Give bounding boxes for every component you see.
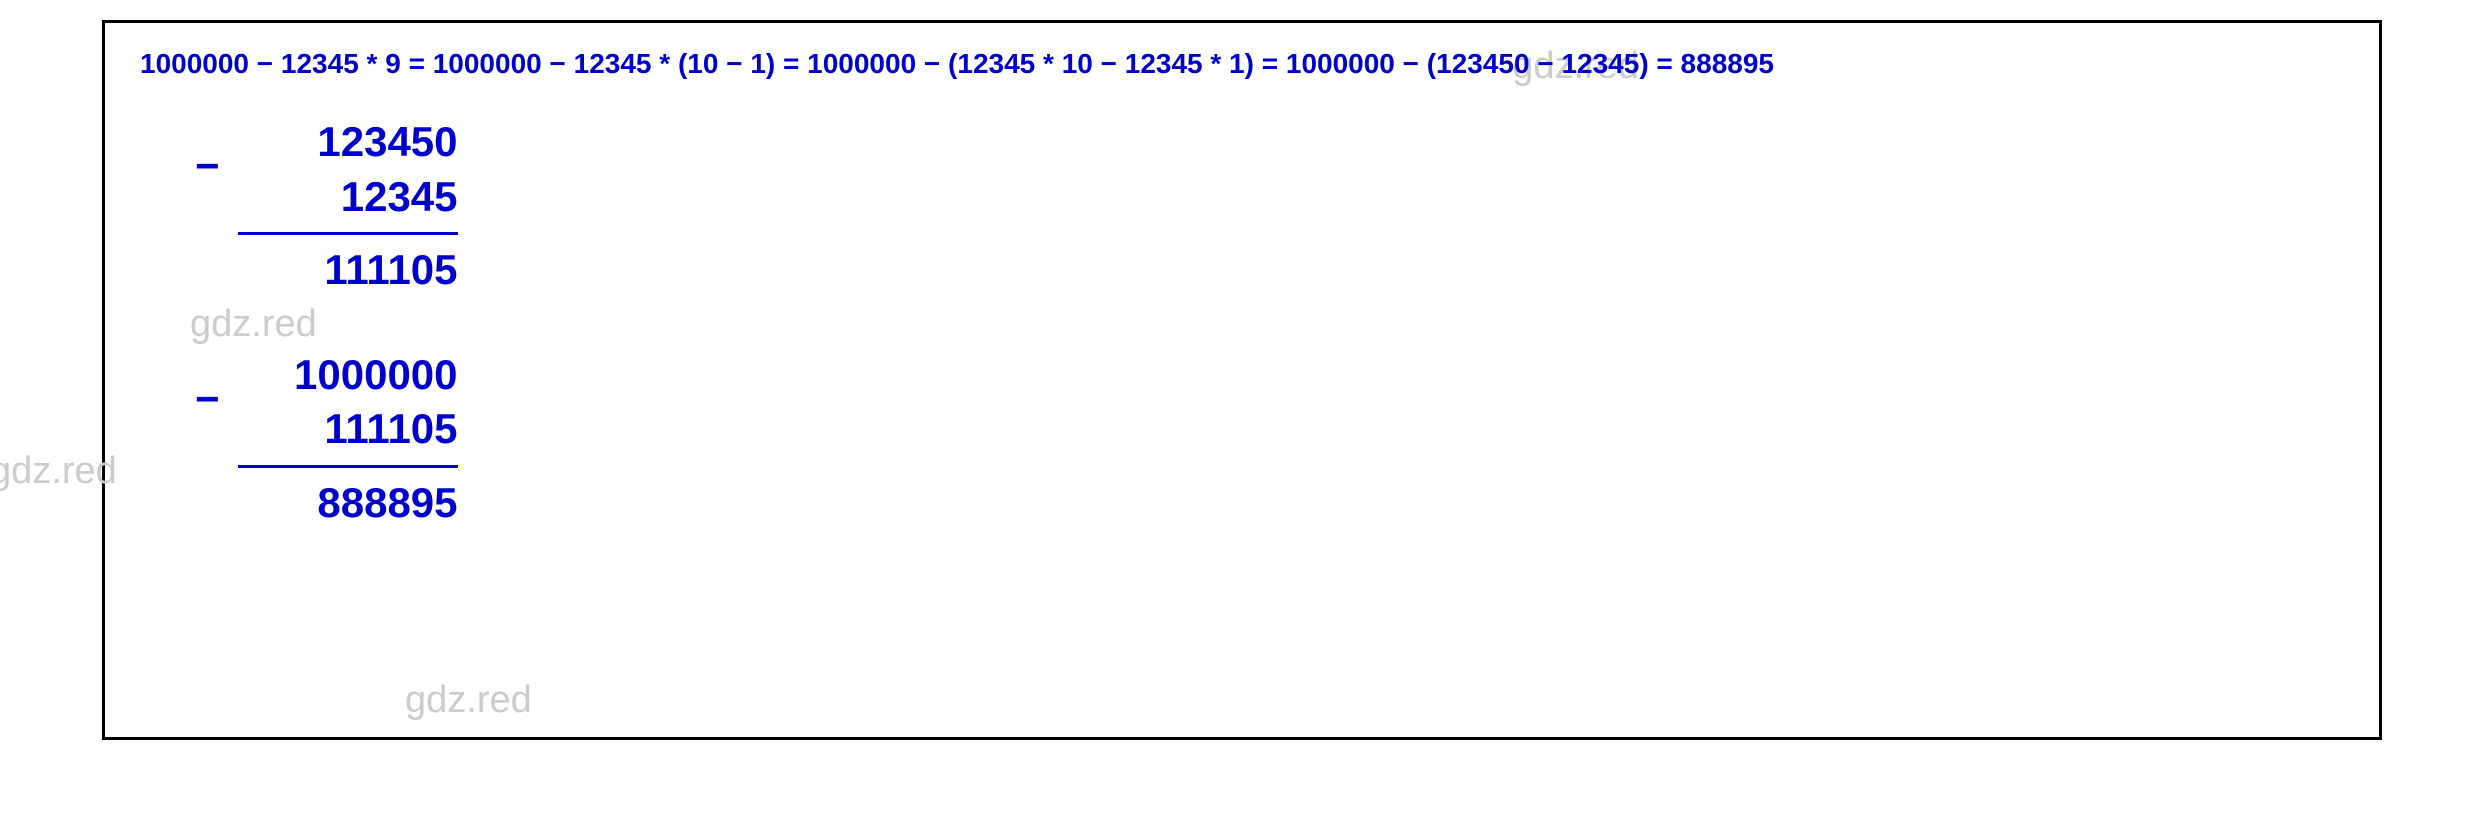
- watermark-text: gdz.red: [0, 450, 117, 493]
- minus-sign: −: [195, 145, 220, 187]
- bordered-content-box: gdz.red gdz.red gdz.red 1000000 − 12345 …: [102, 20, 2382, 740]
- subtraction-block-1: − 123450 12345 111105: [195, 115, 2344, 298]
- equation-expansion: 1000000 − 12345 * 9 = 1000000 − 12345 * …: [140, 48, 2344, 80]
- watermark-text: gdz.red: [405, 679, 532, 722]
- minuend: 123450: [238, 115, 458, 170]
- subtraction-block-2: − 1000000 111105 888895: [195, 348, 2344, 531]
- calc-divider: [238, 465, 458, 468]
- minus-sign: −: [195, 378, 220, 420]
- minuend: 1000000: [238, 348, 458, 403]
- subtrahend: 12345: [238, 170, 458, 225]
- subtrahend: 111105: [238, 402, 458, 457]
- difference: 888895: [238, 476, 458, 531]
- difference: 111105: [238, 243, 458, 298]
- calc-divider: [238, 232, 458, 235]
